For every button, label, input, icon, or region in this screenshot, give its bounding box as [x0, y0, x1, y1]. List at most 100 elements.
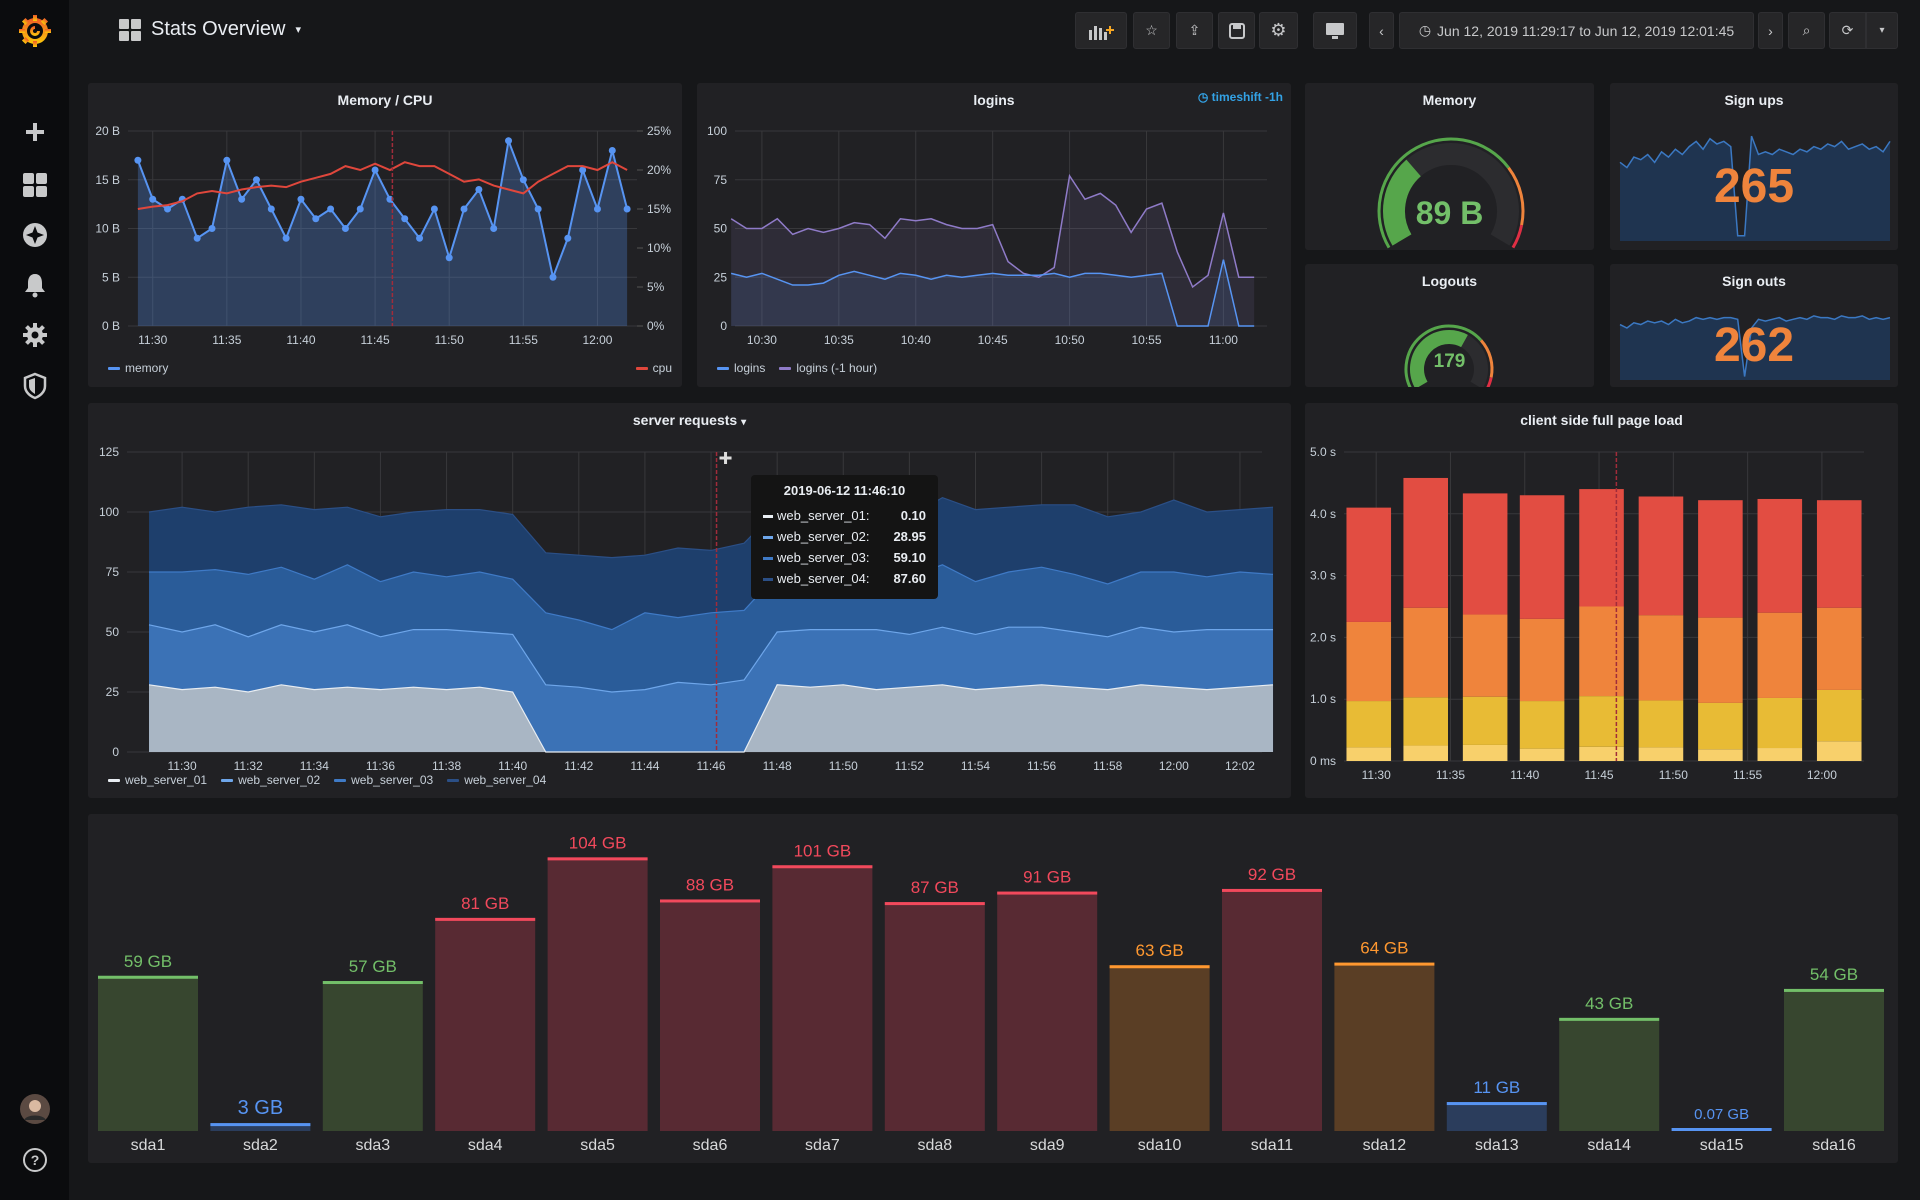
refresh-button[interactable]: ⟳: [1829, 12, 1866, 49]
y-tick-label: 4.0 s: [1310, 507, 1336, 521]
legend-item-web-server-04[interactable]: web_server_04: [447, 773, 546, 787]
panel-page-load[interactable]: client side full page load 0 ms 1.0 s 2.0 …: [1305, 403, 1898, 798]
disk-bar: [1784, 988, 1884, 1131]
cog-icon: ⚙: [1270, 20, 1287, 40]
legend-item-web-server-01[interactable]: web_server_01: [108, 773, 207, 787]
tv-mode-button[interactable]: [1313, 12, 1357, 49]
tooltip-row: web_server_02: 28.95: [763, 526, 926, 547]
bar-segment: [1403, 477, 1448, 608]
bar-segment: [1816, 607, 1862, 690]
save-button[interactable]: [1218, 12, 1255, 49]
timeshift-label: timeshift -1h: [1211, 90, 1283, 104]
disk-value-label: 101 GB: [794, 841, 852, 860]
data-point-memory: [164, 205, 172, 213]
data-point-memory: [430, 205, 438, 213]
dashboard-picker[interactable]: Stats Overview ▾: [119, 18, 301, 41]
disk-bar-cap: [1109, 965, 1210, 969]
gauge-value: 179: [1433, 351, 1466, 372]
y-tick-label: 5.0 s: [1310, 445, 1336, 459]
disk-name-label: sda12: [1363, 1137, 1407, 1154]
panel-title-text: server requests: [632, 412, 738, 428]
zoom-out-button[interactable]: ⌕: [1788, 12, 1825, 49]
legend-item-logins[interactable]: logins: [717, 361, 765, 375]
share-button[interactable]: ⇪: [1176, 12, 1213, 49]
question-icon[interactable]: ?: [19, 1144, 51, 1176]
logins-graph[interactable]: 0 25 50 75 100 10:30 10:35 10:40 10:45 10:50 10:55…: [697, 119, 1291, 359]
page-load-bar-chart[interactable]: 0 ms 1.0 s 2.0 s 3.0 s 4.0 s 5.0 s 11:30 11:35 1…: [1305, 433, 1898, 793]
grid-icon[interactable]: [19, 169, 51, 201]
disk-usage-bar-gauge: 59 GB sda1 3 GB sda2 57 GB sda3 81 GB sda4 104 G…: [98, 833, 1884, 1154]
panel-sign-ups[interactable]: Sign ups 265: [1610, 83, 1898, 250]
disk-bar-cap: [435, 917, 536, 921]
time-picker[interactable]: ◷ Jun 12, 2019 11:29:17 to Jun 12, 2019 1…: [1399, 12, 1754, 49]
disk-name-label: sda11: [1251, 1137, 1294, 1154]
bar-segment: [1757, 697, 1803, 749]
compass-icon[interactable]: [19, 219, 51, 251]
settings-button[interactable]: ⚙: [1259, 12, 1298, 49]
bar-segment: [1519, 618, 1565, 702]
bar-segment: [1698, 749, 1743, 761]
grafana-logo-icon[interactable]: [17, 13, 53, 49]
x-tick-label: 12:00: [582, 333, 612, 347]
legend-item-web-server-03[interactable]: web_server_03: [334, 773, 433, 787]
gear-icon[interactable]: [19, 319, 51, 351]
data-point-memory: [445, 254, 453, 262]
data-point-memory: [564, 234, 572, 242]
y-tick-label: 0 B: [102, 319, 120, 333]
caret-down-icon: ▾: [295, 24, 302, 36]
data-point-memory: [371, 166, 379, 174]
y-tick-label: 2.0 s: [1310, 630, 1336, 644]
legend-label: web_server_01: [125, 773, 208, 787]
y-tick-label: 75: [714, 173, 728, 187]
add-panel-button[interactable]: [1075, 12, 1127, 49]
time-range-label: Jun 12, 2019 11:29:17 to Jun 12, 2019 12…: [1437, 22, 1735, 39]
bell-icon[interactable]: [19, 269, 51, 301]
disk-value-label: 43 GB: [1585, 994, 1633, 1013]
data-point-memory: [460, 205, 468, 213]
bar-segment: [1579, 696, 1624, 747]
legend-item-memory[interactable]: memory: [108, 361, 168, 375]
legend-swatch: [779, 367, 792, 371]
tooltip-series: web_server_01:: [777, 508, 870, 523]
shield-icon[interactable]: [19, 370, 51, 402]
legend-item-web-server-02[interactable]: web_server_02: [221, 773, 320, 787]
panel-sign-outs[interactable]: Sign outs 262: [1610, 264, 1898, 387]
disk-value-label: 104 GB: [569, 833, 627, 852]
disk-bar: [1334, 962, 1435, 1131]
disk-name-label: sda7: [805, 1137, 840, 1154]
panel-memory-cpu[interactable]: Memory / CPU 0 B 5 B 10 B 15 B 20 B 0% 5% 10% 15…: [88, 83, 682, 387]
disk-bar-cap: [884, 902, 985, 906]
server-requests-graph[interactable]: 0 25 50 75 100 125 11:30 11:32 11:34 11:36 11:38 11…: [88, 433, 1291, 783]
legend-item-cpu[interactable]: cpu: [635, 361, 672, 375]
disk-bar: [884, 902, 985, 1131]
star-button[interactable]: ☆: [1133, 12, 1170, 49]
time-back-button[interactable]: ‹: [1369, 12, 1394, 49]
panel-disk-usage[interactable]: 59 GB sda1 3 GB sda2 57 GB sda3 81 GB sda4 104 G…: [88, 814, 1898, 1163]
tooltip-row: web_server_04: 87.60: [763, 568, 926, 589]
panel-server-requests[interactable]: server requests ▾ 0 25 50 75 100 125 11:30 11:3…: [88, 403, 1291, 798]
panel-logouts-gauge[interactable]: Logouts 179: [1305, 264, 1594, 387]
panel-logins[interactable]: logins ◷ timeshift -1h 0 25 50 75 100 10:30 10…: [697, 83, 1291, 387]
bar-segment: [1519, 748, 1565, 761]
bar-segment: [1462, 744, 1508, 761]
x-tick-label: 11:30: [138, 333, 167, 347]
avatar-icon[interactable]: [19, 1093, 51, 1125]
x-tick-label: 11:46: [696, 759, 725, 773]
disk-bar-cap: [1334, 962, 1435, 966]
data-point-memory: [505, 137, 513, 145]
refresh-interval-dropdown[interactable]: ▾: [1866, 12, 1898, 49]
disk-name-label: sda6: [693, 1137, 728, 1154]
bar-segment: [1757, 498, 1803, 613]
time-forward-button[interactable]: ›: [1758, 12, 1783, 49]
star-icon: ☆: [1145, 22, 1158, 38]
panel-memory-gauge[interactable]: Memory 89 B: [1305, 83, 1594, 250]
memory-cpu-graph[interactable]: 0 B 5 B 10 B 15 B 20 B 0% 5% 10% 15% 20% 25% 11:30 1…: [88, 119, 682, 359]
data-point-memory: [252, 176, 260, 184]
plus-icon[interactable]: [19, 116, 51, 148]
bar-segment: [1346, 747, 1392, 761]
bar-segment: [1816, 500, 1862, 608]
panel-title[interactable]: server requests ▾: [88, 412, 1291, 428]
legend-item-logins-1h[interactable]: logins (-1 hour): [779, 361, 877, 375]
tooltip-value: 87.60: [893, 571, 926, 586]
data-point-memory: [401, 215, 409, 223]
